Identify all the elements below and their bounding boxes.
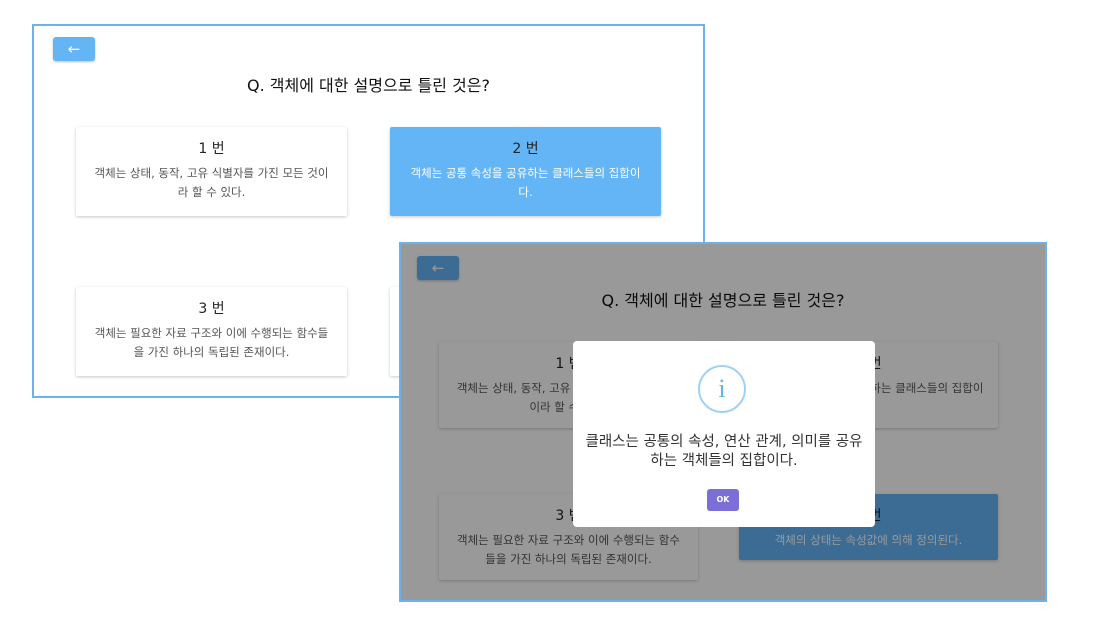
answer-number: 2 번 xyxy=(512,141,539,157)
answer-card-2[interactable]: 2 번 객체는 공통 속성을 공유하는 클래스들의 집합이다. xyxy=(390,127,661,216)
result-dialog: i 클래스는 공통의 속성, 연산 관계, 의미를 공유하는 객체들의 집합이다… xyxy=(573,341,875,527)
dialog-message: 클래스는 공통의 속성, 연산 관계, 의미를 공유하는 객체들의 집합이다. xyxy=(585,434,863,469)
ok-button[interactable]: OK xyxy=(707,489,739,511)
answer-number: 3 번 xyxy=(198,301,225,317)
answer-card-3[interactable]: 3 번 객체는 필요한 자료 구조와 이에 수행되는 함수들을 가진 하나의 독… xyxy=(76,287,347,376)
question-title: Q. 객체에 대한 설명으로 틀린 것은? xyxy=(247,76,490,95)
arrow-left-icon: ← xyxy=(67,40,81,58)
info-icon: i xyxy=(698,365,746,413)
answer-text: 객체는 필요한 자료 구조와 이에 수행되는 함수들을 가진 하나의 독립된 존… xyxy=(94,326,329,359)
back-button[interactable]: ← xyxy=(53,37,95,61)
answer-text: 객체는 공통 속성을 공유하는 클래스들의 집합이다. xyxy=(410,166,641,199)
answer-card-1[interactable]: 1 번 객체는 상태, 동작, 고유 식별자를 가진 모든 것이라 할 수 있다… xyxy=(76,127,347,216)
quiz-screen-result: ← Q. 객체에 대한 설명으로 틀린 것은? 1 번 객체는 상태, 동작, … xyxy=(399,242,1047,602)
answer-number: 1 번 xyxy=(198,141,225,157)
answer-text: 객체는 상태, 동작, 고유 식별자를 가진 모든 것이라 할 수 있다. xyxy=(94,166,329,199)
